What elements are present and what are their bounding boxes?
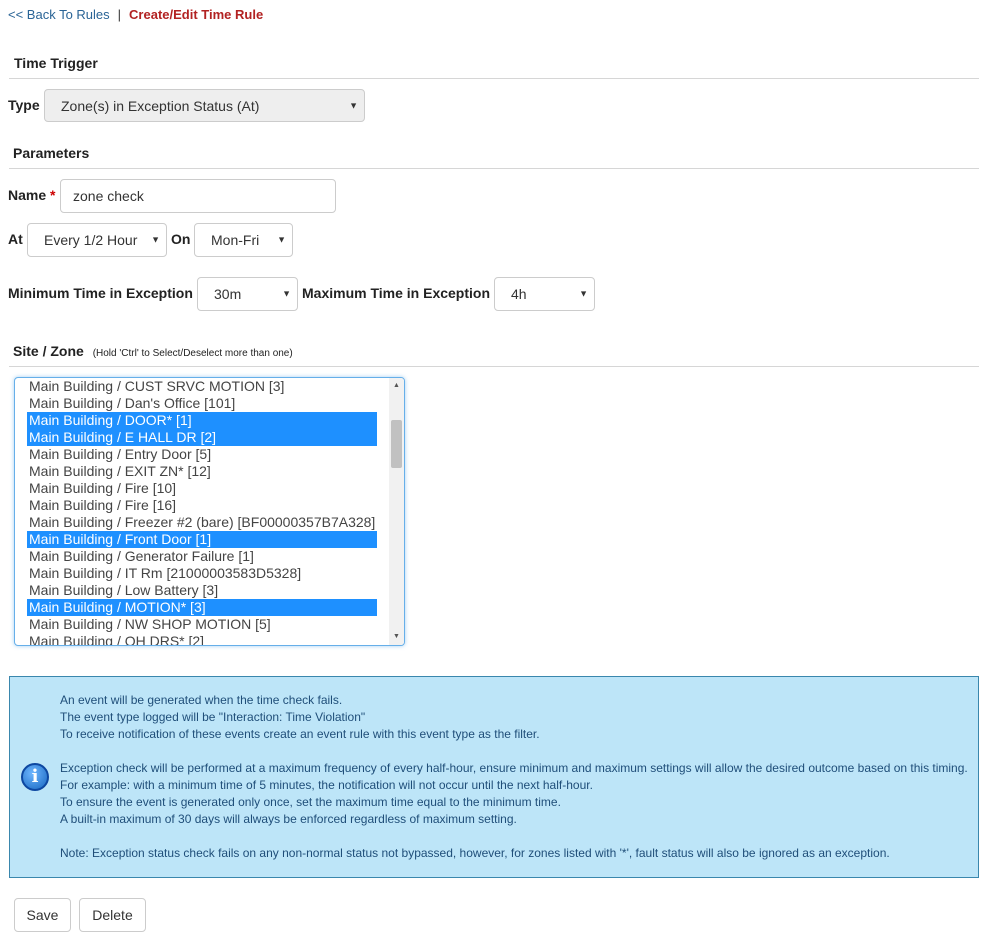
site-zone-divider (9, 366, 979, 367)
site-zone-title: Site / Zone (13, 343, 84, 359)
type-select-value: Zone(s) in Exception Status (At) (61, 97, 260, 114)
site-zone-option[interactable]: Main Building / Entry Door [5] (27, 446, 377, 463)
delete-button[interactable]: Delete (79, 898, 146, 932)
chevron-down-icon: ▼ (349, 100, 358, 110)
name-input[interactable]: zone check (60, 179, 336, 213)
site-zone-option[interactable]: Main Building / DOOR* [1] (27, 412, 377, 429)
breadcrumb-separator: | (117, 6, 122, 22)
site-zone-option[interactable]: Main Building / Fire [16] (27, 497, 377, 514)
chevron-down-icon: ▼ (282, 288, 291, 299)
info-line: For example: with a minimum time of 5 mi… (60, 778, 593, 792)
chevron-down-icon: ▼ (277, 234, 286, 245)
site-zone-listbox[interactable]: Main Building / CUST SRVC MOTION [3] Main… (14, 377, 405, 646)
name-label-text: Name (8, 187, 47, 203)
at-label: At (8, 231, 23, 247)
site-zone-option[interactable]: Main Building / Dan's Office [101] (27, 395, 377, 412)
info-line: To receive notification of these events … (60, 727, 540, 741)
info-line: The event type logged will be "Interacti… (60, 710, 366, 724)
site-zone-option[interactable]: Main Building / IT Rm [21000003583D5328] (27, 565, 377, 582)
page-title: Create/Edit Time Rule (129, 6, 264, 22)
scrollbar-thumb[interactable] (391, 420, 402, 468)
info-line: Note: Exception status check fails on an… (60, 846, 890, 860)
type-label: Type (8, 97, 40, 113)
parameters-divider (9, 168, 979, 169)
save-button[interactable]: Save (14, 898, 71, 932)
site-zone-heading: Site / Zone (Hold 'Ctrl' to Select/Desel… (13, 343, 293, 359)
at-select[interactable]: Every 1/2 Hour ▼ (27, 223, 167, 257)
site-zone-option[interactable]: Main Building / CUST SRVC MOTION [3] (27, 378, 377, 395)
parameters-heading: Parameters (13, 145, 90, 161)
on-select[interactable]: Mon-Fri ▼ (194, 223, 293, 257)
max-time-select[interactable]: 4h ▼ (494, 277, 595, 311)
info-icon: i (21, 763, 49, 791)
max-time-label: Maximum Time in Exception (302, 285, 491, 301)
at-select-value: Every 1/2 Hour (44, 232, 138, 248)
site-zone-option[interactable]: Main Building / E HALL DR [2] (27, 429, 377, 446)
info-line: Exception check will be performed at a m… (60, 761, 968, 775)
time-trigger-divider (9, 78, 979, 79)
site-zone-option[interactable]: Main Building / EXIT ZN* [12] (27, 463, 377, 480)
site-zone-option[interactable]: Main Building / Low Battery [3] (27, 582, 377, 599)
time-trigger-heading: Time Trigger (14, 55, 98, 71)
info-line: A built-in maximum of 30 days will alway… (60, 812, 517, 826)
info-line: To ensure the event is generated only on… (60, 795, 561, 809)
site-zone-option[interactable]: Main Building / Fire [10] (27, 480, 377, 497)
name-input-value: zone check (73, 188, 144, 204)
site-zone-options: Main Building / CUST SRVC MOTION [3] Main… (27, 378, 377, 645)
required-mark: * (50, 187, 56, 203)
on-select-value: Mon-Fri (211, 232, 260, 248)
scroll-down-icon[interactable]: ▼ (389, 631, 404, 643)
breadcrumb: << Back To Rules | Create/Edit Time Rule (8, 5, 263, 23)
type-select[interactable]: Zone(s) in Exception Status (At) ▼ (44, 89, 365, 122)
min-time-select[interactable]: 30m ▼ (197, 277, 298, 311)
info-box: i An event will be generated when the ti… (9, 676, 979, 878)
min-time-label: Minimum Time in Exception (8, 285, 193, 301)
site-zone-hint: (Hold 'Ctrl' to Select/Deselect more tha… (92, 348, 293, 359)
info-line: An event will be generated when the time… (60, 693, 343, 707)
site-zone-option[interactable]: Main Building / OH DRS* [2] (27, 633, 377, 645)
name-label: Name * (8, 187, 55, 203)
site-zone-option[interactable]: Main Building / NW SHOP MOTION [5] (27, 616, 377, 633)
max-time-value: 4h (511, 286, 527, 302)
site-zone-option[interactable]: Main Building / MOTION* [3] (27, 599, 377, 616)
min-time-value: 30m (214, 286, 242, 302)
chevron-down-icon: ▼ (579, 288, 588, 299)
chevron-down-icon: ▼ (151, 234, 160, 245)
site-zone-option[interactable]: Main Building / Generator Failure [1] (27, 548, 377, 565)
back-to-rules-link[interactable]: << Back To Rules (8, 7, 110, 22)
on-label: On (171, 231, 191, 247)
scroll-up-icon[interactable]: ▲ (389, 380, 404, 392)
site-zone-option[interactable]: Main Building / Front Door [1] (27, 531, 377, 548)
site-zone-option[interactable]: Main Building / Freezer #2 (bare) [BF000… (27, 514, 377, 531)
listbox-scrollbar[interactable]: ▲ ▼ (389, 378, 404, 645)
